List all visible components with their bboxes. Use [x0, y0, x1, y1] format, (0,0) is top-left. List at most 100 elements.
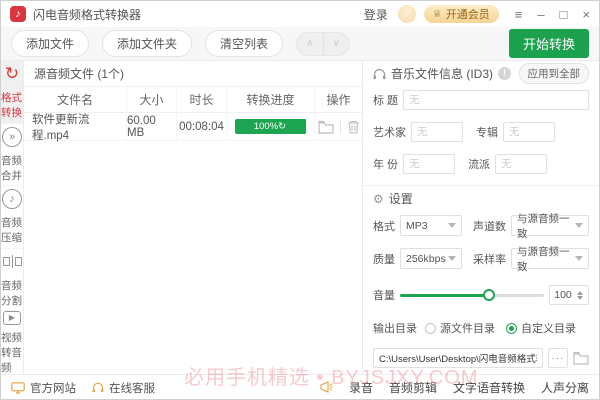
add-file-button[interactable]: 添加文件	[11, 30, 89, 57]
output-path-input[interactable]	[373, 348, 543, 368]
table-header: 文件名 大小 时长 转换进度 操作	[24, 87, 362, 113]
output-path-row: ···	[373, 348, 589, 368]
link-tts[interactable]: 文字语音转换	[453, 379, 525, 396]
info-icon[interactable]: !	[498, 67, 511, 80]
reorder-control: ∧ ∨	[296, 32, 350, 56]
quality-select[interactable]: 256kbps	[400, 248, 462, 269]
minimize-icon[interactable]: –	[537, 8, 544, 21]
column-duration[interactable]: 时长	[177, 87, 227, 112]
chevron-down-icon	[575, 256, 583, 261]
settings-title: 设置	[389, 190, 413, 207]
sidebar-item-label: 音频合并	[1, 153, 23, 183]
sidebar-item-video-to-audio[interactable]: ▶ 视频转音频	[1, 311, 23, 374]
artist-album-row: 艺术家 专辑	[373, 122, 589, 142]
title-label: 标 题	[373, 92, 398, 108]
open-folder-icon[interactable]	[318, 120, 334, 134]
album-field[interactable]	[503, 122, 555, 142]
audio-split-icon	[1, 251, 23, 273]
sidebar-item-audio-merge[interactable]: » 音频合并	[1, 124, 23, 187]
toolbar: 添加文件 添加文件夹 清空列表 ∧ ∨ 开始转换	[1, 27, 599, 61]
format-value: MP3	[406, 220, 428, 232]
avatar[interactable]	[398, 5, 416, 23]
output-dir-label: 输出目录	[373, 320, 417, 336]
move-up-icon[interactable]: ∧	[297, 33, 324, 55]
column-progress[interactable]: 转换进度	[227, 87, 315, 112]
radio-source-dir[interactable]: 源文件目录	[425, 320, 495, 336]
official-website-label: 官方网站	[30, 380, 76, 396]
volume-numbox	[549, 285, 589, 305]
sidebar-item-format-convert[interactable]: ↻ 格式转换	[1, 61, 23, 124]
browse-button[interactable]: ···	[548, 348, 568, 368]
radio-selected-icon	[506, 323, 517, 334]
volume-input[interactable]	[550, 289, 576, 301]
column-filename[interactable]: 文件名	[24, 87, 127, 112]
titlebar-right: 登录 ♕ 开通会员 ≡ – □ ×	[364, 5, 590, 23]
format-convert-icon: ↻	[1, 63, 23, 85]
volume-spinner	[577, 291, 583, 300]
close-icon[interactable]: ×	[582, 8, 590, 21]
title-field-row: 标 题	[373, 90, 589, 110]
vip-button[interactable]: ♕ 开通会员	[424, 5, 499, 23]
start-convert-button[interactable]: 开始转换	[509, 29, 589, 58]
link-vocal-separation[interactable]: 人声分离	[541, 379, 589, 396]
channels-value: 与源音频一致	[517, 211, 575, 241]
table-row[interactable]: 软件更新流程.mp4 60.00 MB 00:08:04 100% ↻	[24, 113, 362, 141]
headphones-icon	[373, 68, 386, 80]
window-controls: ≡ – □ ×	[515, 8, 590, 21]
clear-list-button[interactable]: 清空列表	[205, 30, 283, 57]
app-window: ♪ 闪电音频格式转换器 登录 ♕ 开通会员 ≡ – □ × 添加文件 添加文件夹…	[0, 0, 600, 400]
chevron-down-icon	[448, 223, 456, 228]
volume-row: 音量	[373, 285, 589, 305]
artist-label: 艺术家	[373, 124, 406, 140]
browse-folder-icon[interactable]	[573, 351, 589, 365]
year-field[interactable]	[403, 154, 455, 174]
quality-samplerate-row: 质量 256kbps 采样率 与源音频一致	[373, 248, 589, 269]
app-logo-icon: ♪	[10, 6, 26, 22]
body: ↻ 格式转换 » 音频合并 ♪ 音频压缩 音频分割 ▶ 视频转音频 源音频文件 …	[1, 61, 599, 374]
move-down-icon[interactable]: ∨	[324, 33, 350, 55]
radio-custom-dir[interactable]: 自定义目录	[506, 320, 576, 336]
add-folder-button[interactable]: 添加文件夹	[102, 30, 192, 57]
audio-merge-icon: »	[1, 126, 23, 148]
chevron-down-icon	[575, 223, 583, 228]
samplerate-select[interactable]: 与源音频一致	[511, 248, 589, 269]
video-to-audio-icon: ▶	[1, 311, 23, 325]
format-select[interactable]: MP3	[400, 215, 462, 236]
volume-label: 音量	[373, 287, 395, 303]
genre-field[interactable]	[495, 154, 547, 174]
artist-field[interactable]	[411, 122, 463, 142]
menu-icon[interactable]: ≡	[515, 8, 523, 21]
samplerate-value: 与源音频一致	[517, 244, 575, 274]
spinner-up-icon[interactable]	[577, 291, 583, 295]
official-website-link[interactable]: 官方网站	[11, 380, 76, 396]
sidebar-item-audio-split[interactable]: 音频分割	[1, 249, 23, 312]
apply-all-button[interactable]: 应用到全部	[519, 63, 590, 84]
progress-bar[interactable]: 100% ↻	[235, 119, 307, 134]
online-support-link[interactable]: 在线客服	[92, 380, 155, 396]
column-operation[interactable]: 操作	[315, 87, 362, 112]
vip-label: 开通会员	[446, 6, 490, 22]
spinner-down-icon[interactable]	[577, 296, 583, 300]
link-record[interactable]: 录音	[349, 379, 373, 396]
login-link[interactable]: 登录	[364, 6, 388, 23]
file-list-title: 源音频文件 (1个)	[24, 61, 362, 87]
title-field[interactable]	[403, 90, 589, 110]
maximize-icon[interactable]: □	[560, 8, 568, 21]
gear-icon: ⚙	[373, 192, 384, 206]
slider-fill	[400, 294, 489, 297]
samplerate-label: 采样率	[473, 251, 506, 267]
channels-select[interactable]: 与源音频一致	[511, 215, 589, 236]
headset-icon	[92, 382, 104, 394]
refresh-icon: ↻	[278, 121, 286, 132]
id3-section-header: 音乐文件信息 (ID3) ! 应用到全部	[373, 63, 589, 84]
link-audio-edit[interactable]: 音频剪辑	[389, 379, 437, 396]
audio-compress-icon: ♪	[1, 188, 23, 210]
radio-label: 自定义目录	[521, 320, 576, 336]
delete-icon[interactable]	[347, 120, 360, 134]
cell-filename: 软件更新流程.mp4	[24, 113, 127, 140]
column-size[interactable]: 大小	[127, 87, 177, 112]
slider-thumb[interactable]	[483, 289, 495, 301]
sidebar-item-audio-compress[interactable]: ♪ 音频压缩	[1, 186, 23, 249]
volume-slider[interactable]	[400, 289, 544, 301]
feature-links: 录音 音频剪辑 文字语音转换 人声分离	[319, 379, 589, 396]
